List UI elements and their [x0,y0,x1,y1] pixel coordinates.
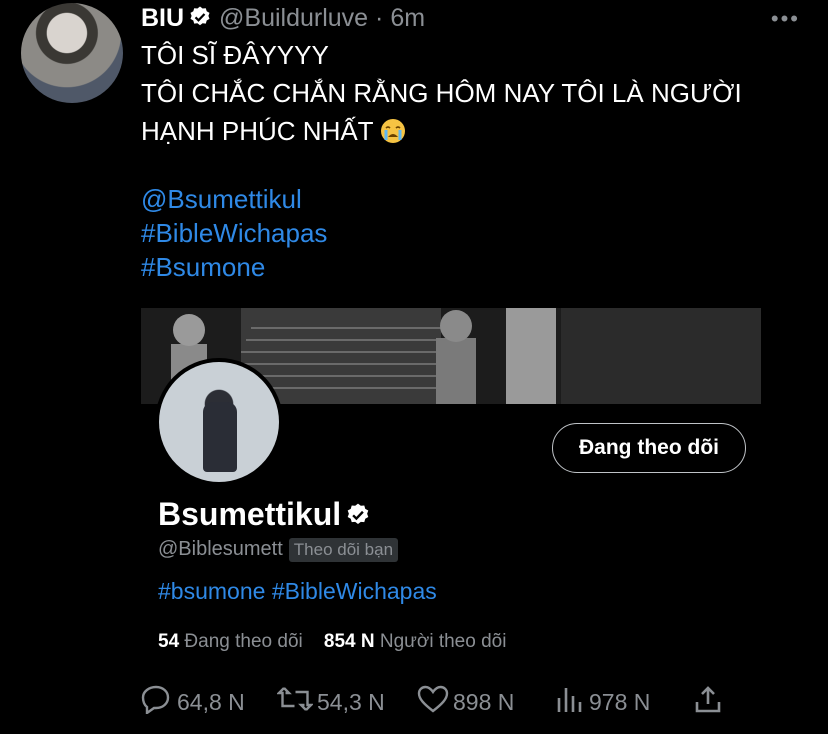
verified-badge-icon [188,5,212,36]
hashtag-link[interactable]: #BibleWichapas [141,216,327,250]
tweet-header: BIU @Buildurluve · 6m [141,4,425,36]
reply-button[interactable]: 64,8 N [141,684,245,720]
following-count[interactable]: 54 [158,631,179,652]
mention-link[interactable]: @Bsumettikul [141,182,327,216]
views-count: 978 N [589,688,651,715]
tweet-timestamp[interactable]: 6m [390,4,425,32]
profile-card-handle: @Biblesumett [158,538,283,560]
hashtag-link[interactable]: #Bsumone [141,250,327,284]
reply-count: 64,8 N [177,688,245,715]
author-name[interactable]: BIU [141,4,184,32]
header-separator: · [375,4,384,32]
crying-face-emoji-icon [380,116,406,154]
heart-icon [417,684,453,720]
bio-hashtag-link[interactable]: #BibleWichapas [272,578,437,604]
like-count: 898 N [453,688,515,715]
tweet-line-1: TÔI SĨ ĐÂYYYY [141,40,329,70]
like-button[interactable]: 898 N [417,684,514,720]
author-handle[interactable]: @Buildurluve [219,4,368,32]
tweet-links: @Bsumettikul #BibleWichapas #Bsumone [141,182,327,284]
profile-card-name[interactable]: Bsumettikul [158,496,341,532]
verified-badge-icon [345,499,371,536]
retweet-count: 54,3 N [317,688,385,715]
share-button[interactable] [693,684,727,720]
author-avatar[interactable] [21,3,123,103]
profile-card[interactable]: Đang theo dõi Bsumettikul @Biblesumett Th… [141,308,761,671]
following-button[interactable]: Đang theo dõi [552,423,746,473]
more-options-icon[interactable]: ••• [771,6,800,32]
profile-card-bio: #bsumone #BibleWichapas [158,578,437,605]
reply-icon [141,684,177,720]
tweet-actions: 64,8 N 54,3 N 898 N 978 N [141,684,741,720]
retweet-button[interactable]: 54,3 N [276,684,385,720]
bio-hashtag-link[interactable]: #bsumone [158,578,265,604]
tweet-body: TÔI SĨ ĐÂYYYY TÔI CHẮC CHẮN RẰNG HÔM NAY… [141,36,801,154]
following-label[interactable]: Đang theo dõi [184,631,302,652]
views-chart-icon [555,684,589,720]
profile-card-handle-row: @Biblesumett Theo dõi bạn [158,538,399,562]
views-button[interactable]: 978 N [555,684,650,720]
profile-card-avatar[interactable] [155,358,283,486]
share-icon [693,684,727,720]
followers-label[interactable]: Người theo dõi [380,631,507,652]
followers-count[interactable]: 854 N [324,631,375,652]
profile-card-stats: 54 Đang theo dõi 854 N Người theo dõi [158,631,506,653]
retweet-icon [276,684,317,720]
profile-card-name-row: Bsumettikul [158,496,371,536]
follows-you-badge: Theo dõi bạn [288,538,399,562]
tweet-line-2: TÔI CHẮC CHẮN RẰNG HÔM NAY TÔI LÀ NGƯỜI [141,78,742,108]
tweet-line-3: HẠNH PHÚC NHẤT [141,116,374,146]
